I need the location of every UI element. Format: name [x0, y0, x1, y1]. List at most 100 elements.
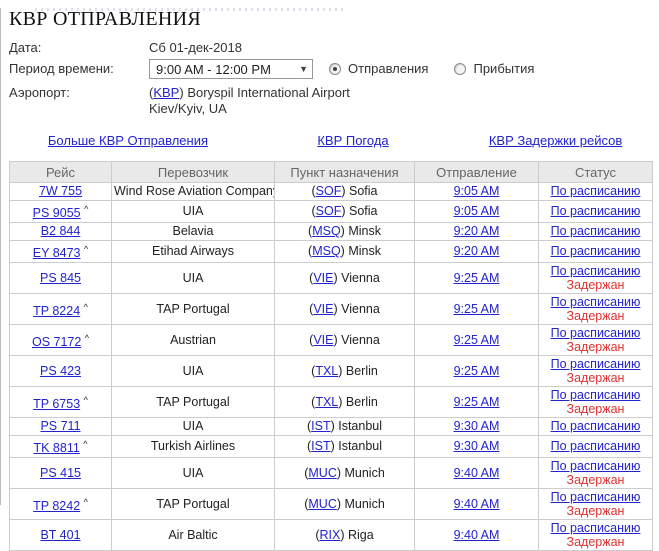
codeshare-marker: ^: [84, 395, 88, 405]
destination-cell: (MUC) Munich: [275, 458, 415, 489]
dest-code-link[interactable]: TXL: [315, 364, 338, 378]
table-row: OS 7172 ^Austrian(VIE) Vienna9:25 AMПо р…: [10, 325, 653, 356]
departure-time-link[interactable]: 9:25 AM: [454, 395, 500, 409]
status-link[interactable]: По расписанию: [551, 419, 641, 433]
status-link[interactable]: По расписанию: [551, 224, 641, 238]
dest-code-link[interactable]: SOF: [316, 204, 342, 218]
flight-cell: PS 9055 ^: [10, 201, 112, 223]
dest-code-link[interactable]: VIE: [313, 333, 333, 347]
departure-time-cell: 9:30 AM: [415, 418, 539, 436]
departure-time-link[interactable]: 9:05 AM: [454, 204, 500, 218]
flight-link[interactable]: PS 9055: [33, 206, 81, 220]
radio-departures[interactable]: Отправления: [329, 61, 428, 76]
status-link[interactable]: По расписанию: [551, 459, 641, 473]
departure-time-link[interactable]: 9:30 AM: [454, 419, 500, 433]
flight-cell: BT 401: [10, 520, 112, 551]
table-row: PS 9055 ^UIA(SOF) Sofia9:05 AMПо расписа…: [10, 201, 653, 223]
destination-cell: (VIE) Vienna: [275, 325, 415, 356]
table-row: TP 8224 ^TAP Portugal(VIE) Vienna9:25 AM…: [10, 294, 653, 325]
delayed-label: Задержан: [541, 536, 650, 549]
status-cell: По расписанию: [539, 418, 653, 436]
status-link[interactable]: По расписанию: [551, 264, 641, 278]
link-delays[interactable]: КВР Задержки рейсов: [489, 133, 622, 148]
status-link[interactable]: По расписанию: [551, 295, 641, 309]
departure-time-link[interactable]: 9:20 AM: [454, 224, 500, 238]
departure-time-link[interactable]: 9:40 AM: [454, 497, 500, 511]
destination-cell: (IST) Istanbul: [275, 418, 415, 436]
dest-code-link[interactable]: TXL: [315, 395, 338, 409]
departure-time-link[interactable]: 9:25 AM: [454, 364, 500, 378]
status-link[interactable]: По расписанию: [551, 388, 641, 402]
status-link[interactable]: По расписанию: [551, 326, 641, 340]
dest-code-link[interactable]: MUC: [308, 497, 336, 511]
table-row: PS 845UIA(VIE) Vienna9:25 AMПо расписани…: [10, 263, 653, 294]
destination-cell: (SOF) Sofia: [275, 201, 415, 223]
airport-label: Аэропорт:: [9, 83, 149, 100]
radio-arrivals[interactable]: Прибытия: [454, 61, 534, 76]
page-title: КВР ОТПРАВЛЕНИЯ: [9, 8, 659, 31]
links-cell: КВР Задержки рейсов: [459, 133, 652, 148]
link-more-departures[interactable]: Больше КВР Отправления: [48, 133, 208, 148]
status-link[interactable]: По расписанию: [551, 521, 641, 535]
departure-time-link[interactable]: 9:20 AM: [454, 244, 500, 258]
departure-time-link[interactable]: 9:05 AM: [454, 184, 500, 198]
flight-link[interactable]: OS 7172: [32, 335, 81, 349]
time-period-select[interactable]: 9:00 AM - 12:00 PM ▼: [149, 59, 313, 79]
status-cell: По расписаниюЗадержан: [539, 263, 653, 294]
flight-link[interactable]: TK 8811: [33, 441, 79, 455]
dest-code-link[interactable]: VIE: [313, 302, 333, 316]
dest-code-link[interactable]: VIE: [313, 271, 333, 285]
carrier-cell: TAP Portugal: [112, 294, 275, 325]
flight-link[interactable]: PS 845: [40, 271, 81, 285]
dest-code-link[interactable]: RIX: [319, 528, 340, 542]
airport-code-link[interactable]: KBP: [153, 85, 179, 100]
flight-link[interactable]: PS 711: [40, 419, 80, 433]
flight-link[interactable]: B2 844: [41, 224, 81, 238]
departure-time-link[interactable]: 9:25 AM: [454, 302, 500, 316]
departure-time-cell: 9:40 AM: [415, 458, 539, 489]
departure-time-link[interactable]: 9:25 AM: [454, 333, 500, 347]
dest-code-link[interactable]: MSQ: [312, 224, 340, 238]
dest-code-link[interactable]: SOF: [316, 184, 342, 198]
status-link[interactable]: По расписанию: [551, 439, 641, 453]
departure-time-cell: 9:30 AM: [415, 436, 539, 458]
flight-cell: OS 7172 ^: [10, 325, 112, 356]
status-link[interactable]: По расписанию: [551, 490, 641, 504]
flight-link[interactable]: TP 8242: [33, 499, 80, 513]
flight-link[interactable]: PS 415: [40, 466, 81, 480]
date-label: Дата:: [9, 38, 149, 55]
dest-code-link[interactable]: MSQ: [312, 244, 340, 258]
departure-time-link[interactable]: 9:40 AM: [454, 528, 500, 542]
flight-link[interactable]: BT 401: [40, 528, 80, 542]
dest-code-link[interactable]: IST: [311, 419, 330, 433]
time-period-select-value: 9:00 AM - 12:00 PM: [156, 62, 271, 77]
dest-code-link[interactable]: MUC: [308, 466, 336, 480]
status-cell: По расписаниюЗадержан: [539, 294, 653, 325]
delayed-label: Задержан: [541, 279, 650, 292]
status-link[interactable]: По расписанию: [551, 204, 641, 218]
date-row: Дата: Сб 01-дек-2018: [9, 38, 659, 55]
link-weather[interactable]: КВР Погода: [317, 133, 388, 148]
status-cell: По расписаниюЗадержан: [539, 520, 653, 551]
departure-time-link[interactable]: 9:25 AM: [454, 271, 500, 285]
flight-link[interactable]: TP 8224: [33, 304, 80, 318]
codeshare-marker: ^: [85, 333, 89, 343]
flight-cell: TP 6753 ^: [10, 387, 112, 418]
dest-city: Sofia: [349, 204, 378, 218]
dropdown-arrow-icon: ▼: [299, 64, 308, 74]
departure-time-link[interactable]: 9:30 AM: [454, 439, 500, 453]
dest-city: Munich: [344, 497, 384, 511]
flight-link[interactable]: TP 6753: [33, 397, 80, 411]
status-link[interactable]: По расписанию: [551, 184, 641, 198]
dest-code-link[interactable]: IST: [311, 439, 330, 453]
radio-button-icon: [329, 63, 341, 75]
departure-time-link[interactable]: 9:40 AM: [454, 466, 500, 480]
status-link[interactable]: По расписанию: [551, 357, 641, 371]
status-link[interactable]: По расписанию: [551, 244, 641, 258]
departure-time-cell: 9:25 AM: [415, 263, 539, 294]
flight-link[interactable]: PS 423: [40, 364, 81, 378]
flight-link[interactable]: 7W 755: [39, 184, 82, 198]
destination-cell: (SOF) Sofia: [275, 183, 415, 201]
destination-cell: (TXL) Berlin: [275, 356, 415, 387]
flight-link[interactable]: EY 8473: [33, 246, 81, 260]
